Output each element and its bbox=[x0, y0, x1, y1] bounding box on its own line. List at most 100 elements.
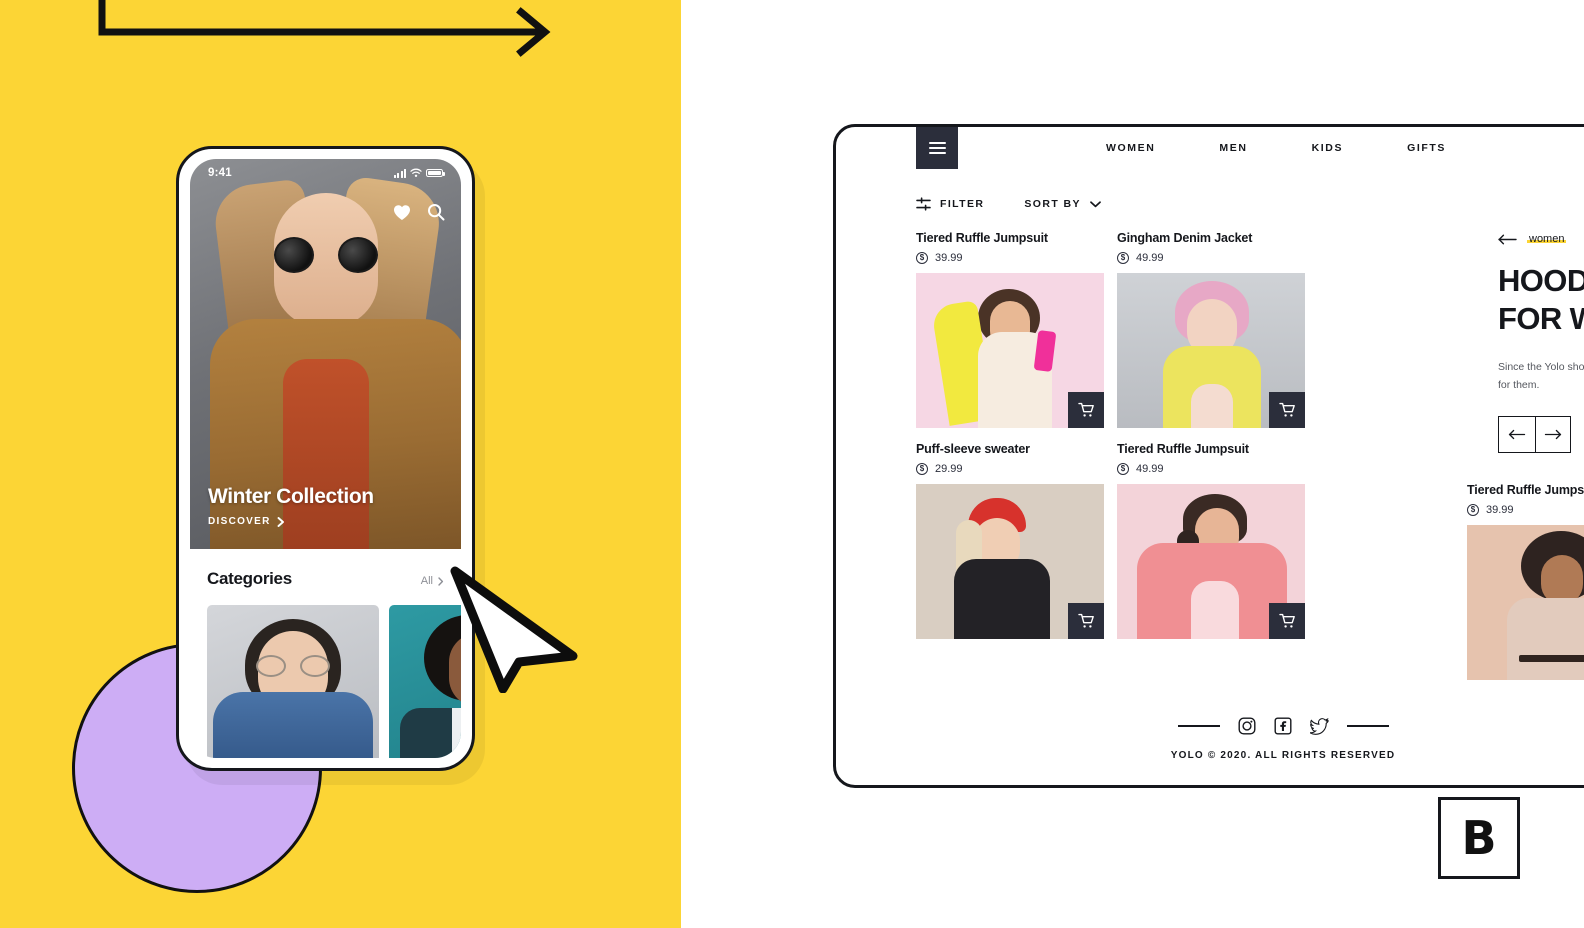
product-thumbnail bbox=[1117, 484, 1305, 639]
status-icons bbox=[393, 168, 445, 178]
price-value: 29.99 bbox=[935, 463, 963, 475]
promo-description: Since the Yolo shop s team aims to help … bbox=[1498, 360, 1584, 391]
product-price: $ 49.99 bbox=[1117, 463, 1305, 475]
categories-row bbox=[207, 605, 461, 758]
status-time: 9:41 bbox=[208, 167, 232, 179]
discover-label: DISCOVER bbox=[208, 516, 271, 527]
nav-item-women[interactable]: WOMEN bbox=[1106, 142, 1155, 154]
product-thumbnail bbox=[916, 484, 1104, 639]
phone-hero-actions bbox=[393, 203, 445, 221]
product-name: Gingham Denim Jacket bbox=[1117, 231, 1253, 245]
phone-mockup: 9:41 Winter Collection DISCOVER Categori… bbox=[176, 146, 475, 771]
battery-icon bbox=[426, 168, 445, 178]
categories-title: Categories bbox=[207, 569, 292, 588]
hamburger-icon[interactable] bbox=[916, 127, 958, 169]
product-thumbnail bbox=[1117, 273, 1305, 428]
instagram-icon[interactable] bbox=[1238, 717, 1256, 735]
chevron-down-icon bbox=[1090, 200, 1101, 207]
breadcrumb-label: women bbox=[1527, 233, 1567, 245]
product-price: $ 49.99 bbox=[1117, 252, 1305, 264]
add-to-cart-button[interactable] bbox=[1269, 603, 1305, 639]
coin-dollar-icon: $ bbox=[1117, 463, 1129, 475]
discover-button[interactable]: DISCOVER bbox=[208, 516, 374, 527]
product-card[interactable]: Gingham Denim Jacket $ 49.99 bbox=[1117, 231, 1305, 428]
divider bbox=[1177, 725, 1220, 727]
shop-body: Tiered Ruffle Jumpsuit $ 39.99 Gingham D… bbox=[916, 231, 1584, 785]
price-value: 39.99 bbox=[935, 252, 963, 264]
carousel-prev-button[interactable] bbox=[1499, 417, 1535, 452]
site-navigation: WOMEN MEN KIDS GIFTS bbox=[836, 127, 1584, 183]
coin-dollar-icon: $ bbox=[1467, 504, 1479, 516]
coin-dollar-icon: $ bbox=[916, 463, 928, 475]
nav-item-gifts[interactable]: GIFTS bbox=[1407, 142, 1446, 154]
copyright-text: YOLO © 2020. ALL RIGHTS RESERVED bbox=[1170, 750, 1396, 761]
large-mouse-cursor-icon bbox=[450, 566, 578, 693]
twitter-icon[interactable] bbox=[1309, 717, 1329, 735]
list-item[interactable] bbox=[207, 605, 379, 758]
price-value: 49.99 bbox=[1136, 463, 1164, 475]
nav-item-men[interactable]: MEN bbox=[1219, 142, 1247, 154]
search-icon[interactable] bbox=[427, 203, 445, 221]
nav-item-kids[interactable]: KIDS bbox=[1312, 142, 1344, 154]
cart-icon bbox=[1278, 402, 1295, 417]
promo-title-line-2: FOR WOMEN bbox=[1498, 300, 1584, 336]
carousel-next-button[interactable] bbox=[1534, 417, 1571, 453]
filter-bar: FILTER SORT BY bbox=[916, 197, 1584, 211]
right-white-area: WOMEN MEN KIDS GIFTS FILTER SORT BY Tier… bbox=[681, 0, 1584, 928]
product-grid-overflow: Tiered Ruffle Jumpsuit $ 39.99 bbox=[1467, 483, 1584, 680]
product-price: $ 29.99 bbox=[916, 463, 1104, 475]
breadcrumb[interactable]: women bbox=[1498, 233, 1584, 245]
arrow-right-icon bbox=[1544, 430, 1561, 440]
chevron-right-icon bbox=[438, 576, 444, 586]
categories-header: Categories All bbox=[207, 569, 444, 589]
product-card[interactable]: Puff-sleeve sweater $ 29.99 bbox=[916, 442, 1104, 639]
phone-status-bar: 9:41 bbox=[190, 159, 461, 187]
cart-icon bbox=[1077, 613, 1094, 628]
coin-dollar-icon: $ bbox=[916, 252, 928, 264]
social-links bbox=[1177, 717, 1389, 735]
left-yellow-panel: 9:41 Winter Collection DISCOVER Categori… bbox=[0, 0, 681, 928]
product-card[interactable]: Tiered Ruffle Jumpsuit $ 39.99 bbox=[916, 231, 1104, 428]
facebook-icon[interactable] bbox=[1274, 717, 1292, 735]
nav-links: WOMEN MEN KIDS GIFTS bbox=[1106, 127, 1446, 169]
chevron-right-icon bbox=[277, 516, 284, 527]
promo-title-line-1: HOODIES bbox=[1498, 263, 1584, 298]
filter-label: FILTER bbox=[940, 198, 985, 210]
add-to-cart-button[interactable] bbox=[1068, 392, 1104, 428]
price-value: 39.99 bbox=[1486, 504, 1514, 516]
brand-logo-badge: B bbox=[1438, 797, 1520, 879]
add-to-cart-button[interactable] bbox=[1068, 603, 1104, 639]
phone-hero-banner: 9:41 Winter Collection DISCOVER bbox=[190, 159, 461, 549]
hero-title: Winter Collection bbox=[208, 485, 374, 508]
categories-all-label: All bbox=[420, 575, 433, 587]
product-price: $ 39.99 bbox=[1467, 504, 1584, 516]
arrow-left-icon bbox=[1508, 430, 1525, 440]
cart-icon bbox=[1278, 613, 1295, 628]
signal-icon bbox=[393, 168, 406, 178]
product-name: Tiered Ruffle Jumpsuit bbox=[1117, 442, 1249, 456]
add-to-cart-button[interactable] bbox=[1269, 392, 1305, 428]
product-price: $ 39.99 bbox=[916, 252, 1104, 264]
phone-categories-section: Categories All bbox=[190, 549, 461, 758]
sort-by-label: SORT BY bbox=[1024, 198, 1081, 210]
sliders-icon bbox=[916, 197, 931, 211]
promo-panel: women HOODIES FOR WOMEN Since the Yolo s… bbox=[1467, 231, 1584, 785]
cart-icon bbox=[1077, 402, 1094, 417]
heart-icon[interactable] bbox=[393, 204, 411, 221]
page-title: HOODIES FOR WOMEN bbox=[1498, 262, 1584, 338]
categories-all-link[interactable]: All bbox=[421, 575, 444, 587]
phone-screen: 9:41 Winter Collection DISCOVER Categori… bbox=[190, 159, 461, 758]
divider bbox=[1346, 725, 1389, 727]
filter-button[interactable]: FILTER bbox=[916, 197, 984, 211]
site-footer: YOLO © 2020. ALL RIGHTS RESERVED bbox=[836, 717, 1584, 761]
arrow-left-icon[interactable] bbox=[1498, 234, 1518, 245]
product-card[interactable]: Tiered Ruffle Jumpsuit $ 49.99 bbox=[1117, 442, 1305, 639]
product-card[interactable]: Tiered Ruffle Jumpsuit $ 39.99 bbox=[1467, 483, 1584, 680]
elbow-arrow-right-icon bbox=[98, 0, 551, 57]
sort-by-dropdown[interactable]: SORT BY bbox=[1024, 198, 1101, 210]
coin-dollar-icon: $ bbox=[1117, 252, 1129, 264]
product-thumbnail bbox=[1467, 525, 1584, 680]
browser-window-mockup: WOMEN MEN KIDS GIFTS FILTER SORT BY Tier… bbox=[833, 124, 1584, 788]
wifi-icon bbox=[410, 168, 422, 177]
phone-hero-caption: Winter Collection DISCOVER bbox=[208, 485, 374, 527]
